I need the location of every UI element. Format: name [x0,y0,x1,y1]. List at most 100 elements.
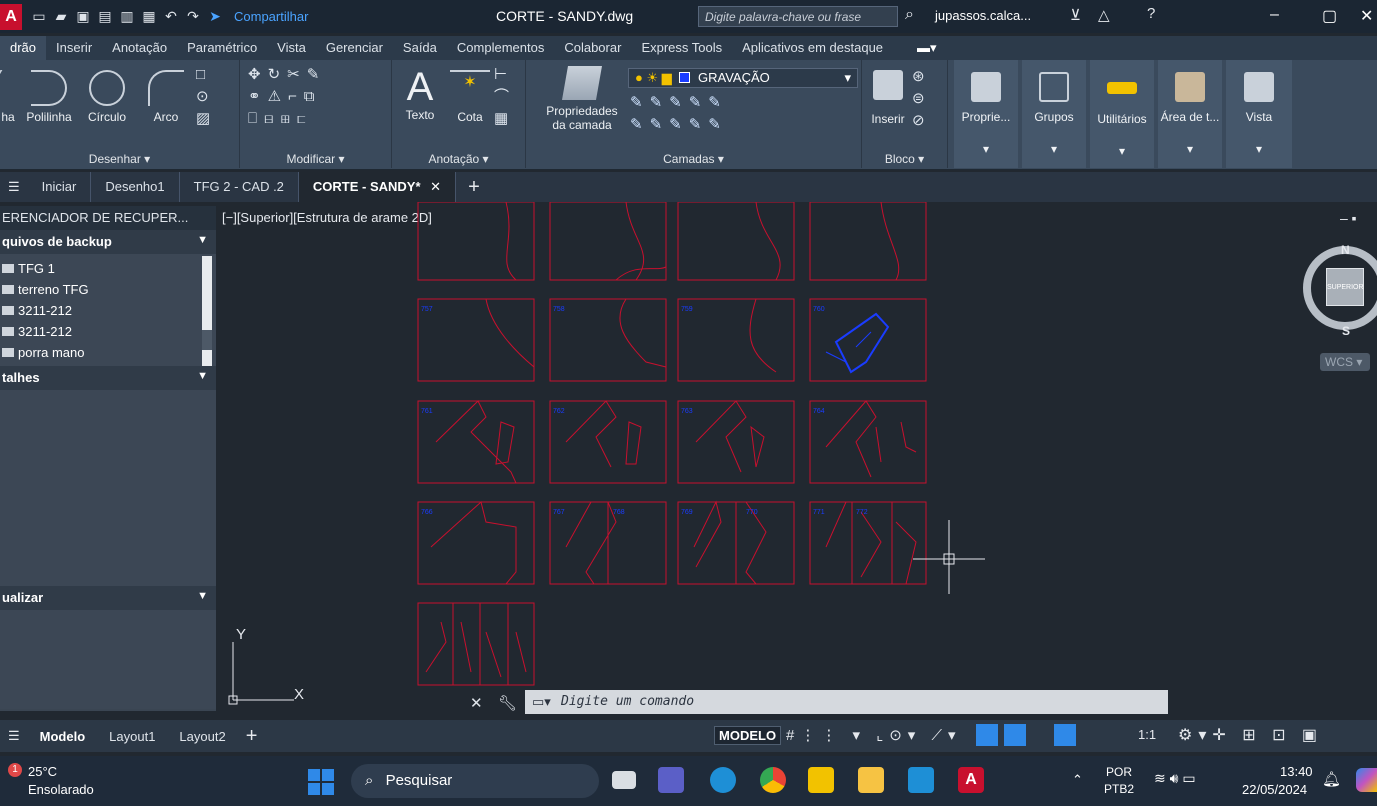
list-item[interactable]: TFG 1 [0,258,216,279]
layer-dropdown[interactable]: ● ☀ ▆ GRAVAÇÃO ▾ [628,68,858,88]
layer-tools-icons[interactable]: ✎✎✎✎✎ ✎✎✎✎✎ [630,92,728,136]
wcs-dropdown[interactable]: WCS ▾ [1320,353,1370,371]
line-button[interactable]: ha [0,70,37,124]
panel-label-bloco[interactable]: Bloco ▾ [862,152,947,166]
autodesk-icon[interactable]: △ [1098,6,1110,24]
redo-icon[interactable]: ↷ [184,8,202,25]
annotation-visibility-toggle[interactable] [1054,724,1076,746]
new-layout-icon[interactable]: + [238,725,266,748]
close-tab-icon[interactable]: ✕ [430,179,441,194]
tab-complementos[interactable]: Complementos [447,36,554,60]
tab-padrao[interactable]: drão [0,36,47,60]
windows-start-icon[interactable] [308,769,334,795]
viewcube-face[interactable]: SUPERIOR [1326,268,1364,306]
tab-express-tools[interactable]: Express Tools [631,36,732,60]
tab-vista[interactable]: Vista [267,36,316,60]
tab-saida[interactable]: Saída [393,36,447,60]
tab-tfg2[interactable]: TFG 2 - CAD .2 [180,172,299,202]
properties-group[interactable]: Proprie... ▾ [954,60,1018,168]
isodraft-toggle[interactable] [976,724,998,746]
tab-anotacao[interactable]: Anotação [102,36,177,60]
viewcube-south[interactable]: S [1342,324,1350,338]
tab-iniciar[interactable]: Iniciar [28,172,92,202]
teams-icon[interactable] [658,767,684,793]
autocad-logo[interactable]: A [0,3,22,30]
scrollbar[interactable] [202,256,212,366]
tab-gerenciar[interactable]: Gerenciar [316,36,393,60]
panel-label-anotacao[interactable]: Anotação ▾ [392,152,525,166]
panel-label-modificar[interactable]: Modificar ▾ [240,152,391,166]
minimize-icon[interactable]: – [1270,6,1279,24]
open-folder-icon[interactable]: ▰ [52,8,70,25]
tab-layout2[interactable]: Layout2 [167,729,237,744]
preview-header[interactable]: ualizar ▼ [0,586,216,610]
details-header[interactable]: talhes ▼ [0,366,216,390]
cart-icon[interactable]: ⊻ [1070,6,1081,24]
insert-block-button[interactable]: Inserir [866,70,910,126]
viewcube-north[interactable]: N [1341,243,1350,257]
edge-icon[interactable] [710,767,736,793]
clock-time[interactable]: 13:40 [1280,764,1313,779]
user-account[interactable]: jupassos.calca... [935,8,1031,23]
close-icon[interactable]: ✕ [1360,6,1373,26]
draw-tools-icons[interactable]: □ ⊙ ▨ [196,64,217,130]
weather-desc[interactable]: Ensolarado [28,782,94,797]
clock-date[interactable]: 22/05/2024 [1242,782,1307,797]
panel-label-desenhar[interactable]: Desenhar ▾ [0,152,239,166]
help-icon[interactable]: ? [1147,5,1155,22]
mail-icon[interactable] [908,767,934,793]
command-history-icon[interactable]: ▭▾ [532,694,551,710]
annotation-tools-icons[interactable]: ⊢ ⌒ ▦ [494,64,516,130]
drawing-canvas[interactable]: [−][Superior][Estrutura de arame 2D] 757… [216,202,1377,716]
circle-button[interactable]: Círculo [82,70,132,124]
keyboard-layout[interactable]: PTB2 [1104,782,1134,796]
arc-button[interactable]: Arco [144,70,188,124]
chrome-icon[interactable] [760,767,786,793]
text-button[interactable]: A Texto [400,66,440,122]
sticky-notes-icon[interactable] [808,767,834,793]
close-command-icon[interactable]: ✕ [470,694,483,712]
notification-bell-icon[interactable]: 🔔︎ [1322,770,1341,788]
view-group[interactable]: Vista ▾ [1226,60,1292,168]
dimension-button[interactable]: ✶ Cota [450,70,490,124]
tab-parametrico[interactable]: Paramétrico [177,36,267,60]
search-icon[interactable]: ⌕ [905,6,914,24]
task-view-icon[interactable] [612,771,636,789]
tab-colaborar[interactable]: Colaborar [554,36,631,60]
tab-layout1[interactable]: Layout1 [97,729,167,744]
menu-icon[interactable]: ☰ [0,728,28,744]
scrollbar-thumb[interactable] [202,330,212,350]
backup-files-header[interactable]: quivos de backup ▼ [0,230,216,254]
maximize-icon[interactable]: ▢ [1322,6,1337,26]
weather-temp[interactable]: 25°C [28,764,57,779]
list-item[interactable]: 3211-212 [0,300,216,321]
polyline-button[interactable]: Polilinha [24,70,74,124]
taskbar-search[interactable]: ⌕ Pesquisar [351,764,599,798]
block-tools-icons[interactable]: ⊛ ⊜ ⊘ [912,66,932,132]
model-space-button[interactable]: MODELO [714,726,782,745]
file-explorer-icon[interactable] [858,767,884,793]
tab-inserir[interactable]: Inserir [46,36,102,60]
settings-icons[interactable]: ⚙▾✛ ⊞ ⊡ ▣ [1178,725,1323,745]
tab-aplicativos[interactable]: Aplicativos em destaque [732,36,893,60]
chevron-up-icon[interactable]: ⌃ [1072,772,1083,788]
tab-desenho1[interactable]: Desenho1 [91,172,180,202]
groups-group[interactable]: Grupos ▾ [1022,60,1086,168]
clipboard-group[interactable]: Área de t... ▾ [1158,60,1222,168]
language-indicator[interactable]: POR [1106,765,1132,779]
list-item[interactable]: 3211-212 [0,321,216,342]
undo-icon[interactable]: ↶ [162,8,180,25]
tab-corte-sandy[interactable]: CORTE - SANDY* ✕ [298,172,457,202]
wrench-icon[interactable]: 🔧︎ [498,694,517,712]
menu-icon[interactable]: ☰ [0,179,28,195]
share-icon[interactable]: ➤ [206,8,224,25]
command-input[interactable]: Digite um comando [525,690,1168,714]
ribbon-options-icon[interactable]: ▬▾ [917,40,937,56]
new-tab-icon[interactable]: + [456,176,492,199]
autocad-taskbar-icon[interactable]: A [958,767,984,793]
panel-label-camadas[interactable]: Camadas ▾ [526,152,861,166]
new-file-icon[interactable]: ▭ [30,8,48,25]
copilot-icon[interactable] [1356,768,1377,792]
tab-modelo[interactable]: Modelo [28,729,98,744]
viewport-minimize-icon[interactable]: – ▪ [1340,210,1357,226]
